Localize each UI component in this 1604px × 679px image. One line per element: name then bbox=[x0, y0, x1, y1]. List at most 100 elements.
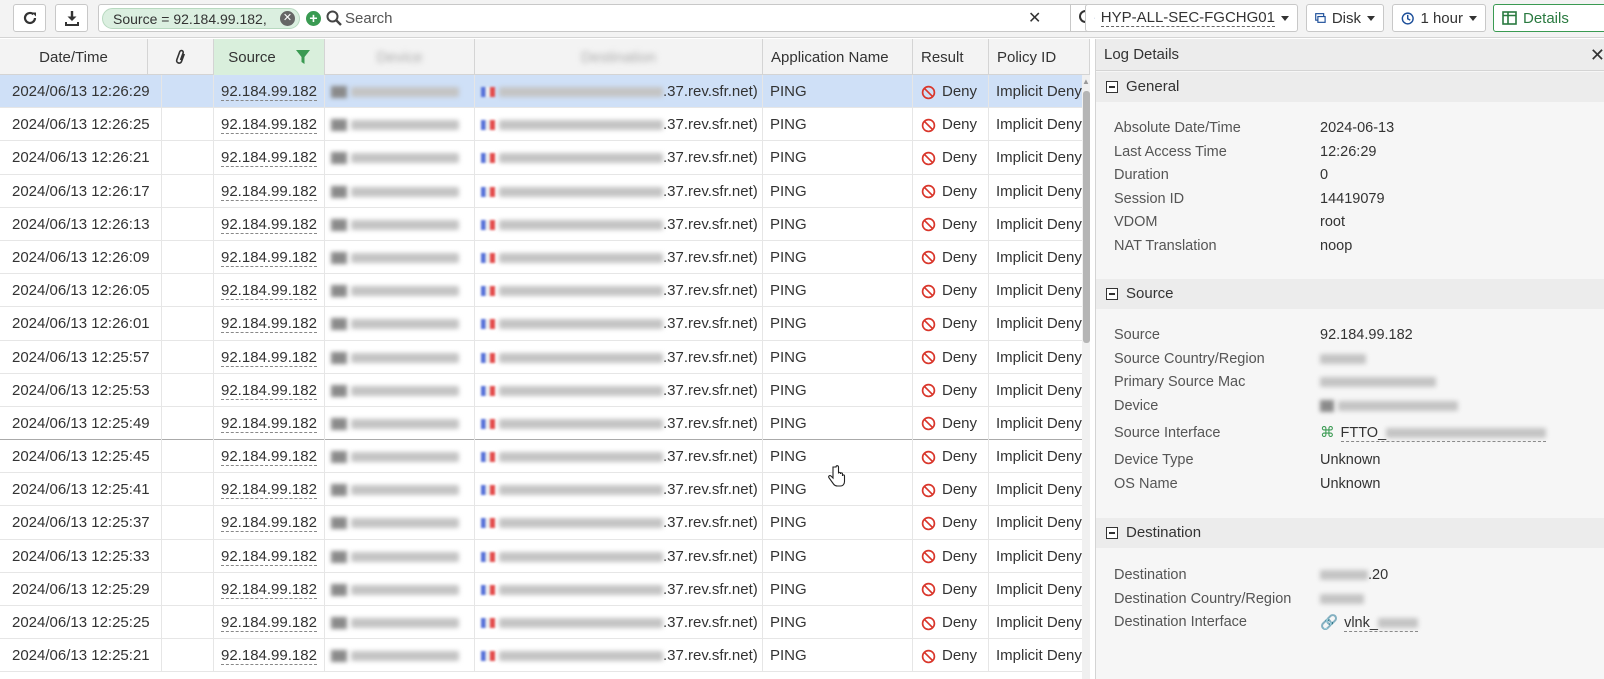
result-label: Deny bbox=[942, 149, 978, 167]
cell-result: Deny bbox=[913, 141, 989, 175]
table-row[interactable]: 2024/06/13 12:26:09 92.184.99.182 .37.rev… bbox=[0, 240, 1089, 275]
source-ip-link[interactable]: 92.184.99.182 bbox=[221, 580, 317, 599]
source-ip-link[interactable]: 92.184.99.182 bbox=[221, 182, 317, 201]
cell-destination: .37.rev.sfr.net) bbox=[475, 506, 763, 540]
source-ip-link[interactable]: 92.184.99.182 bbox=[221, 248, 317, 267]
source-ip-link[interactable]: 92.184.99.182 bbox=[221, 149, 317, 168]
device-dropdown[interactable]: HYP-ALL-SEC-FGCHG01 bbox=[1085, 4, 1298, 32]
storage-dropdown[interactable]: Disk bbox=[1306, 4, 1384, 32]
table-row[interactable]: 2024/06/13 12:26:25 92.184.99.182 .37.rev… bbox=[0, 108, 1089, 142]
column-header-attachment[interactable] bbox=[148, 39, 214, 75]
cell-source[interactable]: 92.184.99.182 bbox=[214, 240, 325, 274]
device-icon bbox=[331, 152, 347, 165]
source-ip-link[interactable]: 92.184.99.182 bbox=[221, 514, 317, 533]
cell-source[interactable]: 92.184.99.182 bbox=[214, 340, 325, 374]
cell-device bbox=[325, 539, 475, 573]
cell-source[interactable]: 92.184.99.182 bbox=[214, 108, 325, 142]
download-button[interactable] bbox=[55, 4, 88, 32]
scroll-up-arrow[interactable]: ▲ bbox=[1082, 77, 1090, 87]
cell-source[interactable]: 92.184.99.182 bbox=[214, 174, 325, 208]
column-header-source[interactable]: Source bbox=[214, 39, 325, 75]
table-row[interactable]: 2024/06/13 12:26:13 92.184.99.182 .37.rev… bbox=[0, 207, 1089, 241]
remove-filter-icon[interactable]: ✕ bbox=[280, 11, 295, 26]
clear-search-icon[interactable]: ✕ bbox=[1028, 8, 1041, 28]
cell-source[interactable]: 92.184.99.182 bbox=[214, 440, 325, 474]
table-row[interactable]: 2024/06/13 12:25:41 92.184.99.182 .37.rev… bbox=[0, 473, 1089, 507]
cell-policy: Implicit Deny bbox=[989, 440, 1089, 474]
cell-source[interactable]: 92.184.99.182 bbox=[214, 606, 325, 639]
filter-icon[interactable] bbox=[295, 49, 310, 65]
column-header-result[interactable]: Result bbox=[913, 39, 989, 75]
details-toggle-button[interactable]: Details bbox=[1493, 4, 1604, 32]
table-row[interactable]: 2024/06/13 12:26:17 92.184.99.182 .37.rev… bbox=[0, 174, 1089, 208]
collapse-icon[interactable] bbox=[1106, 527, 1118, 539]
table-row[interactable]: 2024/06/13 12:25:49 92.184.99.182 .37.rev… bbox=[0, 406, 1089, 441]
source-ip-link[interactable]: 92.184.99.182 bbox=[221, 315, 317, 334]
section-destination-header[interactable]: Destination bbox=[1096, 518, 1604, 548]
cell-attachment bbox=[162, 207, 214, 241]
destination-interface-value[interactable]: vlnk_ bbox=[1344, 615, 1378, 631]
section-source-header[interactable]: Source bbox=[1096, 279, 1604, 309]
cell-date: 2024/06/13 12:26:09 bbox=[0, 240, 162, 274]
cell-source[interactable]: 92.184.99.182 bbox=[214, 639, 325, 673]
source-ip-link[interactable]: 92.184.99.182 bbox=[221, 414, 317, 433]
source-ip-link[interactable]: 92.184.99.182 bbox=[221, 348, 317, 367]
table-row[interactable]: 2024/06/13 12:25:33 92.184.99.182 .37.rev… bbox=[0, 539, 1089, 573]
table-row[interactable]: 2024/06/13 12:26:01 92.184.99.182 .37.rev… bbox=[0, 307, 1089, 341]
column-header-application[interactable]: Application Name bbox=[763, 39, 913, 75]
table-row[interactable]: 2024/06/13 12:25:37 92.184.99.182 .37.rev… bbox=[0, 506, 1089, 540]
cell-application: PING bbox=[763, 373, 913, 407]
source-interface-value[interactable]: FTTO_ bbox=[1341, 425, 1387, 441]
cell-source[interactable]: 92.184.99.182 bbox=[214, 539, 325, 573]
cell-source[interactable]: 92.184.99.182 bbox=[214, 473, 325, 507]
search-input[interactable] bbox=[345, 7, 1045, 29]
refresh-button[interactable] bbox=[13, 4, 46, 32]
result-label: Deny bbox=[942, 116, 978, 134]
section-general-header[interactable]: General bbox=[1096, 72, 1604, 102]
collapse-icon[interactable] bbox=[1106, 81, 1118, 93]
close-icon[interactable]: ✕ bbox=[1590, 39, 1604, 71]
time-range-dropdown[interactable]: 1 hour bbox=[1392, 4, 1486, 32]
add-filter-icon[interactable]: + bbox=[306, 11, 321, 26]
table-row[interactable]: 2024/06/13 12:25:29 92.184.99.182 .37.rev… bbox=[0, 572, 1089, 606]
table-row[interactable]: 2024/06/13 12:25:21 92.184.99.182 .37.rev… bbox=[0, 639, 1089, 673]
column-header-destination[interactable]: Destination bbox=[475, 39, 763, 75]
cell-source[interactable]: 92.184.99.182 bbox=[214, 572, 325, 606]
redacted-destination bbox=[499, 252, 663, 263]
cell-source[interactable]: 92.184.99.182 bbox=[214, 406, 325, 440]
table-row[interactable]: 2024/06/13 12:26:05 92.184.99.182 .37.rev… bbox=[0, 274, 1089, 308]
table-scrollbar-thumb[interactable] bbox=[1083, 91, 1090, 343]
cell-source[interactable]: 92.184.99.182 bbox=[214, 274, 325, 308]
source-ip-link[interactable]: 92.184.99.182 bbox=[221, 647, 317, 666]
source-ip-link[interactable]: 92.184.99.182 bbox=[221, 215, 317, 234]
cell-source[interactable]: 92.184.99.182 bbox=[214, 75, 325, 108]
result-label: Deny bbox=[942, 647, 978, 665]
cell-source[interactable]: 92.184.99.182 bbox=[214, 506, 325, 540]
table-row[interactable]: 2024/06/13 12:26:29 92.184.99.182 .37.rev… bbox=[0, 75, 1089, 109]
table-row[interactable]: 2024/06/13 12:25:57 92.184.99.182 .37.rev… bbox=[0, 340, 1089, 374]
table-row[interactable]: 2024/06/13 12:25:45 92.184.99.182 .37.rev… bbox=[0, 440, 1089, 474]
source-ip-link[interactable]: 92.184.99.182 bbox=[221, 614, 317, 632]
source-ip-link[interactable]: 92.184.99.182 bbox=[221, 481, 317, 500]
hand-cursor-icon bbox=[828, 465, 846, 487]
source-ip-link[interactable]: 92.184.99.182 bbox=[221, 83, 317, 101]
cell-source[interactable]: 92.184.99.182 bbox=[214, 373, 325, 407]
cell-source[interactable]: 92.184.99.182 bbox=[214, 207, 325, 241]
source-ip-link[interactable]: 92.184.99.182 bbox=[221, 282, 317, 301]
table-row[interactable]: 2024/06/13 12:25:53 92.184.99.182 .37.rev… bbox=[0, 373, 1089, 407]
cell-source[interactable]: 92.184.99.182 bbox=[214, 307, 325, 341]
filter-chip[interactable]: Source = 92.184.99.182, ✕ bbox=[102, 8, 300, 29]
source-ip-link[interactable]: 92.184.99.182 bbox=[221, 381, 317, 400]
table-row[interactable]: 2024/06/13 12:25:25 92.184.99.182 .37.rev… bbox=[0, 606, 1089, 640]
flag-icon bbox=[481, 252, 495, 263]
column-header-date[interactable]: Date/Time bbox=[0, 39, 148, 75]
table-row[interactable]: 2024/06/13 12:26:21 92.184.99.182 .37.rev… bbox=[0, 141, 1089, 175]
collapse-icon[interactable] bbox=[1106, 288, 1118, 300]
column-header-device[interactable]: Device bbox=[325, 39, 475, 75]
source-ip-link[interactable]: 92.184.99.182 bbox=[221, 547, 317, 566]
cell-source[interactable]: 92.184.99.182 bbox=[214, 141, 325, 175]
source-ip-link[interactable]: 92.184.99.182 bbox=[221, 448, 317, 467]
source-ip-link[interactable]: 92.184.99.182 bbox=[221, 116, 317, 135]
column-header-policy[interactable]: Policy ID bbox=[989, 39, 1090, 75]
device-icon bbox=[331, 119, 347, 132]
